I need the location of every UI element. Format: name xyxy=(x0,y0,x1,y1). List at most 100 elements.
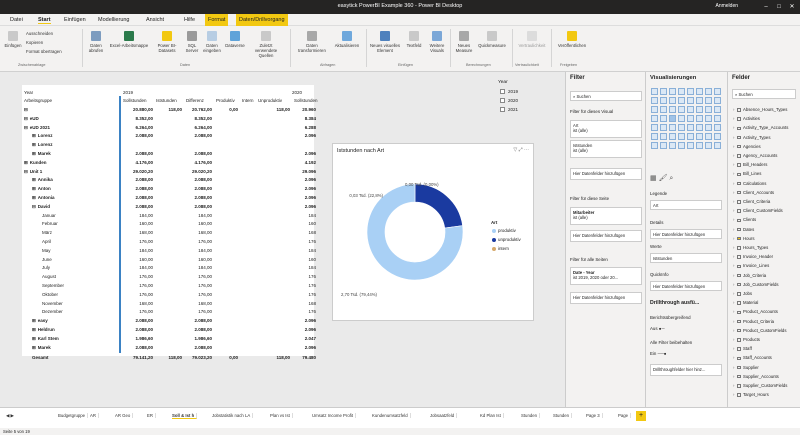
visual-type-icon[interactable] xyxy=(687,97,694,104)
visual-type-icon[interactable] xyxy=(669,88,676,95)
page-tab[interactable]: ER xyxy=(147,413,156,418)
page-tab[interactable]: Page xyxy=(618,413,632,418)
page-tab[interactable]: Stunden xyxy=(553,413,573,418)
visual-type-icon[interactable] xyxy=(696,97,703,104)
field-table-item[interactable]: › Absence_Hours_Types xyxy=(733,107,787,112)
field-table-item[interactable]: › Product_Accounts xyxy=(733,309,778,314)
visual-type-icon[interactable] xyxy=(669,97,676,104)
checkbox-2020[interactable] xyxy=(500,98,505,103)
visual-type-icon[interactable] xyxy=(687,106,694,113)
visual-type-icon[interactable] xyxy=(678,124,685,131)
visual-type-icon[interactable] xyxy=(705,124,712,131)
format-tab-icon[interactable]: 🖌 xyxy=(659,175,668,182)
column-header[interactable]: Sollstunden xyxy=(294,97,318,105)
field-table-item[interactable]: › Material xyxy=(733,300,758,305)
page-tab[interactable]: Plan vs Ist xyxy=(270,413,293,418)
field-table-item[interactable]: › Client_Accounts xyxy=(733,190,774,195)
expand-icon[interactable]: ⊞ xyxy=(32,327,36,332)
page-tab[interactable]: Soll & Ist h xyxy=(172,413,198,419)
field-table-item[interactable]: › Hours_Types xyxy=(733,245,768,250)
legend-produktiv[interactable]: produktiv xyxy=(498,228,516,233)
filter-card-iststunden[interactable]: Iststunden ist (alle) xyxy=(570,140,642,158)
field-table-item[interactable]: › Bill_Headers xyxy=(733,162,767,167)
visual-type-icon[interactable] xyxy=(651,142,658,149)
field-table-item[interactable]: › Supplier xyxy=(733,365,759,370)
dataverse-button[interactable]: Dataverse xyxy=(223,31,247,48)
visual-type-icon[interactable] xyxy=(687,133,694,140)
visual-type-icon[interactable] xyxy=(678,115,685,122)
column-header[interactable]: Sollstunden xyxy=(123,97,155,105)
slicer-option-2019[interactable]: 2019 xyxy=(508,89,518,94)
visual-type-icon[interactable] xyxy=(651,88,658,95)
field-table-item[interactable]: › Agency_Accounts xyxy=(733,153,777,158)
visual-type-icon[interactable] xyxy=(705,106,712,113)
add-visual-filter-field[interactable]: Hier Datenfelder hinzufügen xyxy=(570,168,642,180)
quick-measure-button[interactable]: Quickmeasure xyxy=(476,31,508,48)
cross-report-toggle[interactable]: Aus ●─ xyxy=(650,326,665,331)
field-table-item[interactable]: › Job_CustomFields xyxy=(733,282,779,287)
visual-type-icon[interactable] xyxy=(696,115,703,122)
visual-type-icon[interactable] xyxy=(696,106,703,113)
new-measure-button[interactable]: Neues Measure xyxy=(453,31,475,53)
format-painter-button[interactable]: Format übertragen xyxy=(26,49,62,54)
visual-type-icon[interactable] xyxy=(669,124,676,131)
visual-type-icon[interactable] xyxy=(660,115,667,122)
expand-icon[interactable]: ⊞ xyxy=(32,151,36,156)
visual-type-icon[interactable] xyxy=(651,106,658,113)
tab-insert[interactable]: Einfügen xyxy=(64,17,86,23)
paste-button[interactable]: Einfügen xyxy=(4,31,22,48)
visual-type-icon[interactable] xyxy=(651,124,658,131)
page-tab[interactable]: AR xyxy=(90,413,99,418)
expand-icon[interactable]: ⊞ xyxy=(32,133,36,138)
visual-type-icon[interactable] xyxy=(678,133,685,140)
field-table-item[interactable]: › Client_Criteria xyxy=(733,199,770,204)
year-slicer[interactable]: Year 2019 2020 2021 xyxy=(498,80,558,120)
donut-slice-unproduktiv[interactable] xyxy=(414,183,463,229)
maximize-icon[interactable]: □ xyxy=(773,2,785,12)
page-tab[interactable]: Stunden xyxy=(521,413,541,418)
expand-icon[interactable]: ⊞ xyxy=(32,336,36,341)
visual-type-icon[interactable] xyxy=(651,115,658,122)
expand-icon[interactable]: ⊞ xyxy=(32,142,36,147)
slicer-option-2021[interactable]: 2021 xyxy=(508,107,518,112)
visual-type-icon[interactable] xyxy=(705,133,712,140)
legend-well[interactable]: Art xyxy=(650,200,722,210)
visual-type-icon[interactable] xyxy=(660,133,667,140)
field-table-item[interactable]: › Invoice_Header xyxy=(733,254,773,259)
expand-icon[interactable]: ⊟ xyxy=(24,125,28,130)
page-tab[interactable]: Budgetgruppe xyxy=(58,413,88,418)
add-page-icon[interactable]: + xyxy=(636,411,646,421)
visual-type-icon[interactable] xyxy=(669,142,676,149)
fields-search[interactable]: ⌕ Suchen xyxy=(732,89,796,99)
visual-type-icon[interactable] xyxy=(696,133,703,140)
visual-type-icon[interactable] xyxy=(705,115,712,122)
visual-type-icon[interactable] xyxy=(660,106,667,113)
expand-icon[interactable]: ⊞ xyxy=(32,177,36,182)
column-header[interactable]: Iststunden xyxy=(156,97,184,105)
visual-type-icon[interactable] xyxy=(714,88,721,95)
field-table-item[interactable]: › Bill_Lines xyxy=(733,171,761,176)
keep-filters-toggle[interactable]: Ein ──● xyxy=(650,351,666,356)
minimize-icon[interactable]: – xyxy=(760,2,772,12)
excel-button[interactable]: Excel-Arbeitsmappe xyxy=(108,31,150,48)
visual-type-icon[interactable] xyxy=(696,88,703,95)
sql-server-button[interactable]: SQL Server xyxy=(183,31,201,53)
new-visual-button[interactable]: Neues visuelles Element xyxy=(368,31,402,53)
page-tab[interactable]: AR Geo xyxy=(115,413,134,418)
filters-search[interactable]: ⌕ Suchen xyxy=(570,91,642,101)
expand-icon[interactable]: ⊞ xyxy=(32,195,36,200)
visual-type-icon[interactable] xyxy=(714,142,721,149)
field-table-item[interactable]: › Activity_Type_Accounts xyxy=(733,125,788,130)
visual-type-icon[interactable] xyxy=(687,115,694,122)
column-header[interactable]: Unproduktiv xyxy=(258,97,292,105)
cut-button[interactable]: Ausschneiden xyxy=(26,31,53,36)
visual-type-icon[interactable] xyxy=(660,142,667,149)
tab-view[interactable]: Ansicht xyxy=(146,17,164,23)
page-tab[interactable]: Jobstatistik nach LA xyxy=(212,413,254,418)
drillthrough-well[interactable]: Drillthroughfelder hier hinz... xyxy=(650,364,722,376)
copy-button[interactable]: Kopieren xyxy=(26,40,43,45)
expand-icon[interactable]: ⊞ xyxy=(32,318,36,323)
field-table-item[interactable]: › Supplier_CustomFields xyxy=(733,383,787,388)
visual-type-icon[interactable] xyxy=(705,142,712,149)
visual-type-icon[interactable] xyxy=(669,133,676,140)
